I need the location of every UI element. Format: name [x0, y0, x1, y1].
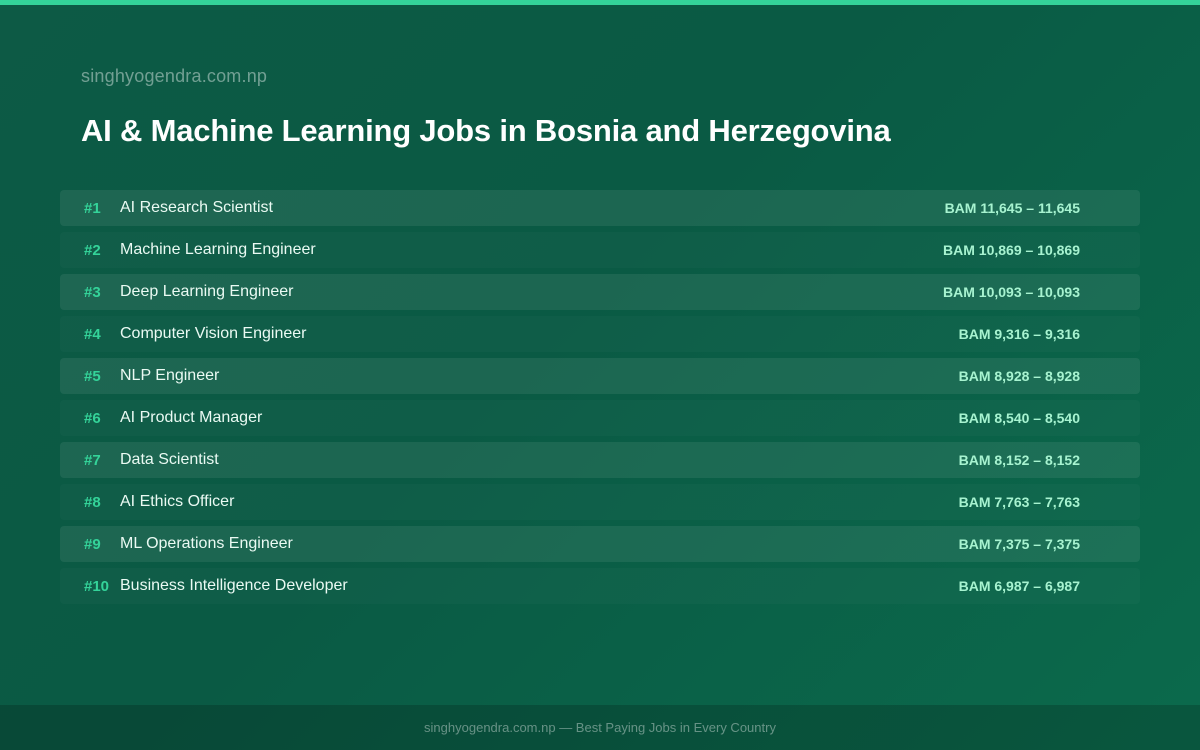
job-row-8: #8 AI Ethics Officer BAM 7,763 – 7,763 — [60, 484, 1140, 520]
job-salary: BAM 6,987 – 6,987 — [958, 578, 1080, 594]
job-row-1: #1 AI Research Scientist BAM 11,645 – 11… — [60, 190, 1140, 226]
job-row-6: #6 AI Product Manager BAM 8,540 – 8,540 — [60, 400, 1140, 436]
job-title: AI Product Manager — [120, 409, 263, 426]
job-title: Deep Learning Engineer — [120, 283, 294, 300]
job-rank: #8 — [84, 493, 101, 511]
footer-text: singhyogendra.com.np — Best Paying Jobs … — [424, 720, 776, 735]
job-salary: BAM 8,152 – 8,152 — [958, 452, 1080, 468]
job-salary: BAM 10,093 – 10,093 — [943, 284, 1080, 300]
job-rank: #1 — [84, 199, 101, 217]
job-title: ML Operations Engineer — [120, 535, 293, 552]
job-row-10: #10 Business Intelligence Developer BAM … — [60, 568, 1140, 604]
job-title: Machine Learning Engineer — [120, 241, 316, 258]
job-title: Data Scientist — [120, 451, 219, 468]
job-salary: BAM 9,316 – 9,316 — [958, 326, 1080, 342]
footer: singhyogendra.com.np — Best Paying Jobs … — [0, 705, 1200, 750]
job-title: AI Ethics Officer — [120, 493, 235, 510]
top-accent-bar — [0, 0, 1200, 5]
job-title: Business Intelligence Developer — [120, 577, 348, 594]
job-rank: #3 — [84, 283, 101, 301]
job-rank: #10 — [84, 577, 110, 595]
job-salary: BAM 8,928 – 8,928 — [958, 368, 1080, 384]
job-rank: #6 — [84, 409, 101, 427]
job-row-7: #7 Data Scientist BAM 8,152 – 8,152 — [60, 442, 1140, 478]
job-rank: #7 — [84, 451, 101, 469]
jobs-list: #1 AI Research Scientist BAM 11,645 – 11… — [60, 190, 1140, 610]
site-name: singhyogendra.com.np — [81, 66, 268, 86]
job-row-5: #5 NLP Engineer BAM 8,928 – 8,928 — [60, 358, 1140, 394]
job-rank: #9 — [84, 535, 101, 553]
job-row-3: #3 Deep Learning Engineer BAM 10,093 – 1… — [60, 274, 1140, 310]
job-rank: #5 — [84, 367, 101, 385]
job-row-2: #2 Machine Learning Engineer BAM 10,869 … — [60, 232, 1140, 268]
job-rank: #2 — [84, 241, 101, 259]
job-salary: BAM 10,869 – 10,869 — [943, 242, 1080, 258]
job-salary: BAM 7,375 – 7,375 — [958, 536, 1080, 552]
job-title: NLP Engineer — [120, 367, 220, 384]
job-salary: BAM 11,645 – 11,645 — [944, 200, 1080, 216]
job-salary: BAM 7,763 – 7,763 — [958, 494, 1080, 510]
job-title: Computer Vision Engineer — [120, 325, 307, 342]
job-row-9: #9 ML Operations Engineer BAM 7,375 – 7,… — [60, 526, 1140, 562]
job-title: AI Research Scientist — [120, 199, 273, 216]
job-salary: BAM 8,540 – 8,540 — [958, 410, 1080, 426]
job-row-4: #4 Computer Vision Engineer BAM 9,316 – … — [60, 316, 1140, 352]
job-rank: #4 — [84, 325, 101, 343]
page-title: AI & Machine Learning Jobs in Bosnia and… — [81, 113, 891, 148]
